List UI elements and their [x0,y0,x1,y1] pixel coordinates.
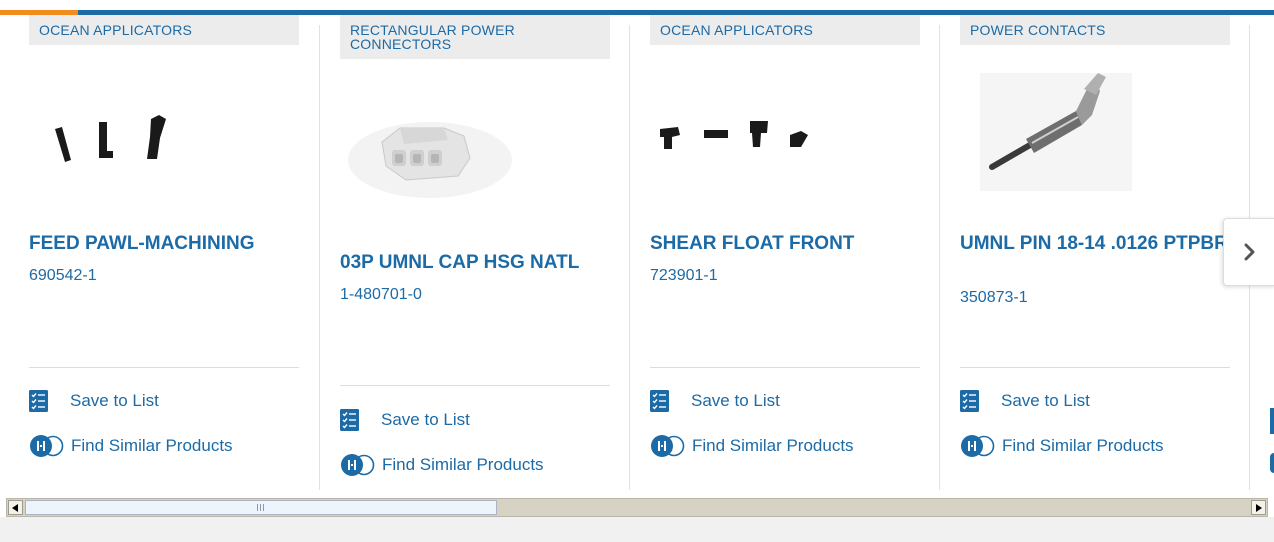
carousel-next-button[interactable] [1223,218,1274,286]
product-title[interactable]: 03P UMNL CAP HSG NATL [340,253,610,273]
horizontal-scrollbar[interactable] [6,498,1268,517]
product-title[interactable]: SHEAR FLOAT FRONT [650,234,920,254]
find-similar-products-button[interactable]: Find Similar Products [340,452,544,478]
product-card: POWER CONTACTS UMNL PIN 18-14 .0126 PTPB… [960,15,1230,495]
product-image[interactable] [650,85,920,205]
checklist-icon [340,409,359,431]
category-label: OCEAN APPLICATORS [29,15,299,45]
triangle-left-icon [12,503,18,512]
similar-products-icon [961,435,995,457]
card-divider-line [960,367,1230,368]
product-card: OCEAN APPLICATORS FEED PAWL-MACHINING 69… [29,15,299,495]
product-card: OCEAN APPLICATORS SHEAR FLOAT FRONT 7239… [650,15,920,495]
card-divider-line [340,385,610,386]
product-image[interactable] [960,69,1230,191]
scroll-right-button[interactable] [1251,500,1266,515]
card-divider-line [29,367,299,368]
find-similar-products-button[interactable]: Find Similar Products [650,433,854,459]
save-to-list-button[interactable]: Save to List [960,388,1090,414]
save-to-list-label: Save to List [381,410,470,429]
save-to-list-button[interactable]: Save to List [650,388,780,414]
category-label: POWER CONTACTS [960,15,1230,45]
save-to-list-label: Save to List [1001,391,1090,410]
card-separator [319,25,320,490]
page-bottom-area [0,517,1274,542]
save-to-list-button[interactable]: Save to List [340,407,470,433]
find-similar-products-label: Find Similar Products [1002,436,1164,455]
checklist-icon [650,390,669,412]
scrollbar-thumb[interactable] [25,500,497,515]
scrollbar-grip [256,504,266,511]
part-number[interactable]: 350873-1 [960,289,1028,307]
find-similar-products-label: Find Similar Products [382,455,544,474]
card-separator [939,25,940,490]
find-similar-products-label: Find Similar Products [692,436,854,455]
chevron-right-icon [1244,243,1255,261]
partial-card-similar-icon [1270,453,1274,473]
triangle-right-icon [1256,503,1262,512]
find-similar-products-label: Find Similar Products [71,436,233,455]
card-divider-line [650,367,920,368]
product-image[interactable] [29,85,299,205]
category-label: OCEAN APPLICATORS [650,15,920,45]
scroll-left-button[interactable] [8,500,23,515]
part-number[interactable]: 690542-1 [29,267,97,285]
product-title[interactable]: FEED PAWL-MACHINING [29,234,299,254]
similar-products-icon [341,454,375,476]
partial-card-save-icon [1270,408,1274,434]
product-image[interactable] [340,100,610,220]
find-similar-products-button[interactable]: Find Similar Products [29,433,233,459]
checklist-icon [29,390,48,412]
save-to-list-label: Save to List [691,391,780,410]
similar-products-icon [30,435,64,457]
part-number[interactable]: 1-480701-0 [340,286,422,304]
similar-products-icon [651,435,685,457]
find-similar-products-button[interactable]: Find Similar Products [960,433,1164,459]
save-to-list-button[interactable]: Save to List [29,388,159,414]
save-to-list-label: Save to List [70,391,159,410]
card-separator [629,25,630,490]
checklist-icon [960,390,979,412]
product-carousel: OCEAN APPLICATORS FEED PAWL-MACHINING 69… [0,15,1274,495]
product-card: RECTANGULAR POWER CONNECTORS 03P UMNL CA… [340,15,610,495]
category-label: RECTANGULAR POWER CONNECTORS [340,15,610,59]
product-title[interactable]: UMNL PIN 18-14 .0126 PTPBR [960,234,1230,254]
part-number[interactable]: 723901-1 [650,267,718,285]
